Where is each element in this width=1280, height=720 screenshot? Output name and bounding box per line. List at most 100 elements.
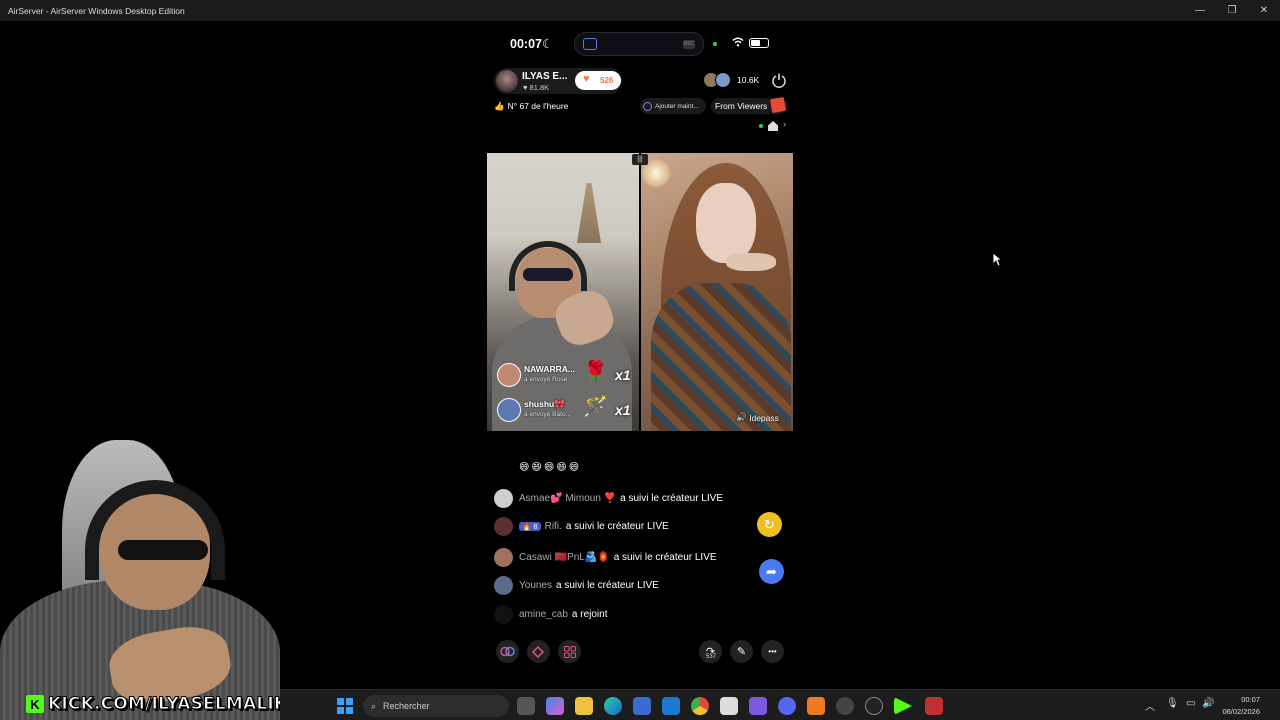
- chevron-right-icon[interactable]: ›: [783, 119, 786, 129]
- clock-time: 00:07: [1241, 695, 1260, 704]
- chat-avatar[interactable]: [494, 516, 513, 536]
- edge-icon[interactable]: [604, 697, 622, 715]
- viewer-count[interactable]: 10.6K: [737, 75, 759, 85]
- chat-text: a rejoint: [571, 608, 608, 620]
- obs-icon[interactable]: [865, 697, 883, 715]
- discord-icon[interactable]: [778, 697, 796, 715]
- share-button[interactable]: ➦: [759, 559, 784, 584]
- battery-icon: [749, 38, 769, 48]
- minimize-button[interactable]: —: [1184, 0, 1216, 21]
- app-icon[interactable]: [836, 697, 854, 715]
- chat-text: a suivi le créateur LIVE: [565, 520, 669, 532]
- chat-text: a suivi le créateur LIVE: [620, 492, 723, 504]
- gift-sender-avatar: [497, 363, 521, 387]
- streamer-webcam: [0, 430, 280, 720]
- heart-icon: ♥: [583, 73, 590, 85]
- home-icon[interactable]: [768, 121, 778, 131]
- streamer-sunglasses: [118, 540, 208, 560]
- match-button[interactable]: [527, 640, 550, 663]
- chat-message[interactable]: 🔥 8 Rifi. a suivi le créateur LIVE: [494, 516, 669, 536]
- chat-username[interactable]: Asmae💕 Mimoun ❣️: [519, 493, 616, 504]
- rose-icon: 🌹: [583, 361, 608, 383]
- window-titlebar: AirServer - AirServer Windows Desktop Ed…: [0, 0, 1280, 21]
- split-handle-icon[interactable]: |||: [632, 154, 648, 165]
- kick-channel-url: KICK.COM/ILYASELMALIKI: [48, 694, 295, 715]
- share-count: 537: [706, 654, 717, 660]
- chat-username[interactable]: Younes: [519, 580, 552, 591]
- chat-message[interactable]: amine_cab a rejoint: [494, 604, 608, 624]
- chat-avatar[interactable]: [494, 604, 513, 624]
- copilot-icon[interactable]: [546, 697, 564, 715]
- chat-avatar[interactable]: [494, 488, 513, 508]
- taskbar-clock[interactable]: 00:07 06/02/2026: [1220, 694, 1260, 718]
- close-button[interactable]: ✕: [1248, 0, 1280, 21]
- level-badge: 🔥 8: [519, 521, 541, 531]
- game-controller-icon[interactable]: [749, 697, 767, 715]
- chat-username[interactable]: Casawi 🇲🇦PnL🫂🏮: [519, 552, 610, 563]
- hourly-rank[interactable]: 👍 N° 67 de l'heure: [494, 98, 568, 114]
- file-explorer-icon[interactable]: [575, 697, 593, 715]
- windows-taskbar: ⌕ Rechercher ︿ 🎙 ▭ 🔊 00:07 06/02/2026: [280, 689, 1280, 720]
- top-viewers[interactable]: [703, 72, 735, 89]
- background-lamp: [577, 183, 601, 243]
- maximize-button[interactable]: ❐: [1216, 0, 1248, 21]
- chat-emoji-line: 😄😄😄😄😄: [519, 462, 582, 473]
- camera-active-dot: [713, 42, 717, 46]
- from-viewers-label: From Viewers: [715, 101, 768, 111]
- volume-icon[interactable]: 🔊: [1202, 698, 1214, 709]
- mouse-cursor-icon: [992, 252, 1002, 267]
- window-title: AirServer - AirServer Windows Desktop Ed…: [8, 5, 185, 16]
- gift-subtext: a envoyé Bâto...: [524, 411, 571, 418]
- microphone-icon[interactable]: 🎙: [1166, 698, 1179, 709]
- chat-avatar[interactable]: [494, 575, 513, 595]
- refresh-button[interactable]: ↻: [757, 512, 782, 537]
- windows-start-icon[interactable]: [337, 698, 353, 714]
- screen-share-icon: [583, 38, 597, 50]
- live-dot: [759, 124, 763, 128]
- chat-username[interactable]: amine_cab: [519, 609, 568, 620]
- link-icon: [500, 646, 515, 657]
- host-name: ILYAS E...: [522, 71, 568, 82]
- store-icon[interactable]: [633, 697, 651, 715]
- chat-message[interactable]: Asmae💕 Mimoun ❣️ a suivi le créateur LIV…: [494, 488, 723, 508]
- kick-app-icon[interactable]: [894, 697, 912, 715]
- gift-sender-name: shushu🎀: [524, 399, 565, 409]
- chrome-icon[interactable]: [691, 697, 709, 715]
- chat-text: a suivi le créateur LIVE: [556, 579, 659, 591]
- vlc-icon[interactable]: [807, 697, 825, 715]
- link-guest-button[interactable]: [496, 640, 519, 663]
- chat-message[interactable]: Casawi 🇲🇦PnL🫂🏮 a suivi le créateur LIVE: [494, 547, 717, 567]
- chat-avatar[interactable]: [494, 547, 513, 567]
- viewer-avatar[interactable]: [715, 72, 731, 88]
- guest-face: [696, 183, 756, 263]
- taskbar-search[interactable]: ⌕ Rechercher: [363, 695, 509, 717]
- outlook-icon[interactable]: [662, 697, 680, 715]
- follow-button[interactable]: ♥ 526: [575, 71, 621, 90]
- host-video[interactable]: [487, 153, 639, 431]
- guest-body: [651, 283, 791, 431]
- task-view-icon[interactable]: [517, 697, 535, 715]
- power-icon[interactable]: [771, 72, 787, 88]
- from-viewers-button[interactable]: From Viewers: [711, 96, 787, 114]
- dynamic-island: REC: [574, 32, 704, 56]
- add-now-button[interactable]: Ajouter maint...: [640, 98, 706, 114]
- guest-name: ldepass: [749, 412, 779, 423]
- guest-name-tag[interactable]: 🔊 ldepass: [736, 412, 779, 423]
- more-icon: •••: [768, 647, 777, 656]
- chat-username[interactable]: Rifi.: [545, 521, 562, 532]
- guest-video[interactable]: [641, 153, 793, 431]
- chat-message[interactable]: Younes a suivi le créateur LIVE: [494, 575, 659, 595]
- more-button[interactable]: •••: [761, 640, 784, 663]
- mini-controls[interactable]: ›: [756, 119, 790, 132]
- network-icon[interactable]: ▭: [1186, 698, 1195, 709]
- chat-text: a suivi le créateur LIVE: [613, 551, 717, 563]
- host-avatar[interactable]: [496, 70, 518, 92]
- loading-icon: [643, 101, 652, 111]
- effects-button[interactable]: ✎: [730, 640, 753, 663]
- tray-chevron-icon[interactable]: ︿: [1145, 698, 1155, 713]
- refresh-icon: ↻: [764, 516, 775, 532]
- apps-button[interactable]: [558, 640, 581, 663]
- media-app-icon[interactable]: [925, 697, 943, 715]
- airserver-icon[interactable]: [720, 697, 738, 715]
- gift-multiplier: x1: [615, 402, 631, 418]
